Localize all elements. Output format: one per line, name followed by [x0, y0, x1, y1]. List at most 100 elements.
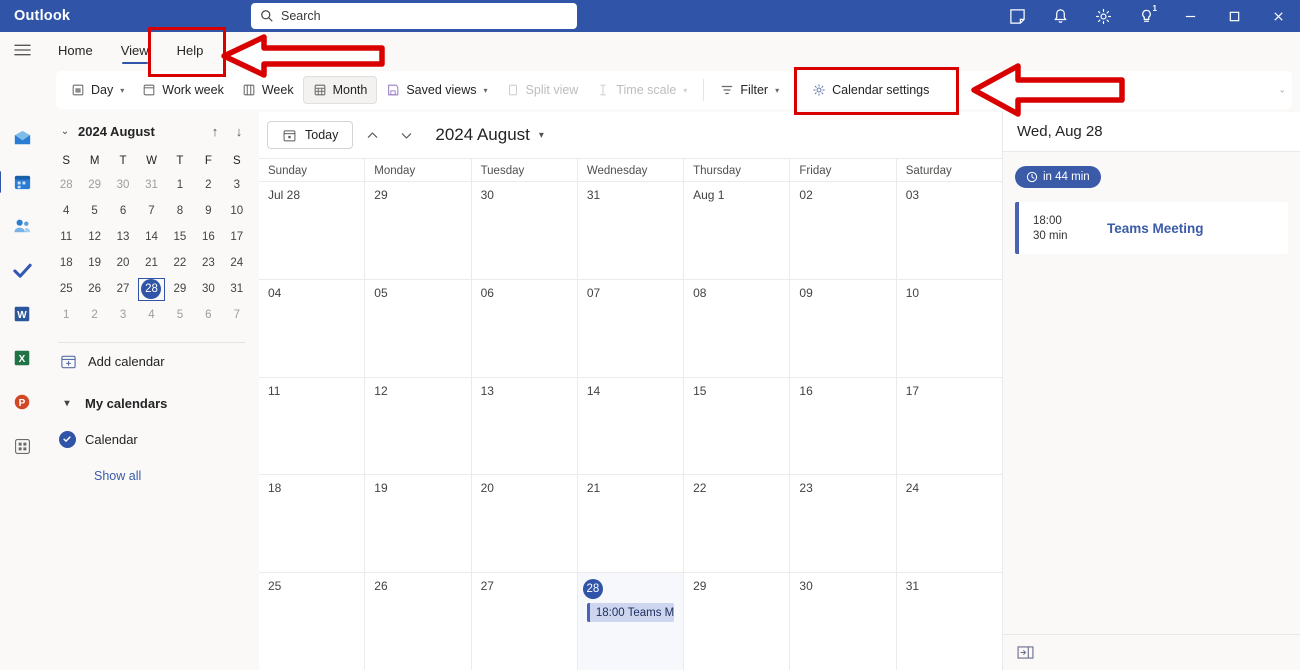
rail-item-todo[interactable] [6, 254, 38, 286]
search-input[interactable]: Search [251, 3, 577, 29]
mini-calendar-day[interactable]: 19 [80, 251, 108, 276]
mini-calendar-next-icon[interactable]: ↓ [227, 124, 251, 139]
add-calendar-button[interactable]: Add calendar [52, 343, 251, 379]
mini-calendar-day[interactable]: 28 [52, 173, 80, 198]
maximize-button[interactable] [1212, 0, 1256, 32]
calendar-day-cell[interactable]: 04 [259, 279, 366, 377]
next-month-button[interactable] [391, 121, 421, 149]
calendar-day-cell[interactable]: 21 [578, 475, 685, 573]
filter-button[interactable]: Filter ▾ [711, 76, 788, 104]
mini-calendar-day[interactable]: 6 [109, 199, 137, 224]
mini-calendar-day[interactable]: 14 [137, 225, 165, 250]
agenda-event-card[interactable]: 18:00 30 min Teams Meeting [1015, 202, 1288, 254]
calendar-checkbox-checked-icon[interactable] [58, 430, 76, 448]
today-button[interactable]: Today [267, 121, 354, 149]
mini-calendar-day[interactable]: 3 [223, 173, 251, 198]
calendar-day-cell[interactable]: 18 [259, 475, 366, 573]
calendar-day-cell[interactable]: 22 [684, 475, 791, 573]
mini-calendar-day[interactable]: 24 [223, 251, 251, 276]
month-view-button[interactable]: Month [302, 76, 378, 104]
mini-calendar-day[interactable]: 12 [80, 225, 108, 250]
day-view-button[interactable]: Day ▾ [62, 76, 133, 104]
calendar-day-cell[interactable]: 30 [472, 182, 578, 279]
show-all-link[interactable]: Show all [52, 469, 251, 483]
my-calendars-group[interactable]: ▾ My calendars [52, 385, 251, 421]
calendar-day-cell[interactable]: 08 [684, 279, 791, 377]
calendar-day-cell[interactable]: Aug 1 [684, 182, 791, 279]
mini-calendar-day[interactable]: 5 [80, 199, 108, 224]
mini-calendar-day[interactable]: 2 [194, 173, 222, 198]
calendar-day-cell[interactable]: 09 [790, 279, 897, 377]
mini-calendar-day[interactable]: 30 [109, 173, 137, 198]
tab-view[interactable]: View [107, 32, 163, 68]
week-view-button[interactable]: Week [233, 76, 303, 104]
calendar-day-cell[interactable]: 11 [259, 377, 366, 475]
mini-calendar-day[interactable]: 23 [194, 251, 222, 276]
mini-calendar-day[interactable]: 22 [166, 251, 194, 276]
calendar-day-cell[interactable]: 27 [472, 573, 578, 670]
chevron-down-icon[interactable]: ▾ [539, 130, 544, 141]
hamburger-menu-icon[interactable] [0, 32, 44, 68]
mini-calendar-day[interactable]: 6 [194, 303, 222, 328]
mini-calendar-day[interactable]: 25 [52, 277, 80, 302]
mini-calendar-day[interactable]: 29 [80, 173, 108, 198]
mini-calendar-day[interactable]: 7 [223, 303, 251, 328]
calendar-day-cell[interactable]: 20 [472, 475, 578, 573]
mini-calendar-title[interactable]: 2024 August [78, 124, 203, 139]
calendar-day-cell[interactable]: 05 [365, 279, 472, 377]
mini-calendar-day[interactable]: 9 [194, 199, 222, 224]
rail-item-people[interactable] [6, 210, 38, 242]
calendar-day-cell[interactable]: 12 [365, 377, 472, 475]
chevron-down-icon[interactable]: ▾ [120, 86, 124, 95]
toolbar-overflow-chevron-icon[interactable]: ⌄ [1278, 85, 1286, 96]
chevron-down-icon[interactable]: ▾ [775, 86, 779, 95]
mini-calendar-day[interactable]: 17 [223, 225, 251, 250]
note-icon[interactable] [996, 0, 1039, 32]
calendar-settings-button[interactable]: Calendar settings [803, 76, 938, 104]
calendar-day-cell[interactable]: 02 [790, 182, 897, 279]
mini-calendar-day[interactable]: 3 [109, 303, 137, 328]
gear-icon[interactable] [1082, 0, 1125, 32]
mini-calendar-day[interactable]: 20 [109, 251, 137, 276]
mini-calendar-day[interactable]: 11 [52, 225, 80, 250]
collapse-panel-icon[interactable] [1017, 646, 1034, 659]
chevron-down-icon[interactable]: ▾ [60, 398, 74, 409]
rail-item-mail[interactable] [6, 122, 38, 154]
mini-calendar-day[interactable]: 30 [194, 277, 222, 302]
rail-item-calendar[interactable] [0, 166, 38, 198]
calendar-day-cell[interactable]: 17 [897, 378, 1002, 475]
calendar-day-cell[interactable]: 13 [472, 377, 578, 475]
rail-item-powerpoint[interactable]: P [6, 386, 38, 418]
calendar-day-cell[interactable]: 16 [790, 377, 897, 475]
mini-calendar-day-today[interactable]: 28 [137, 277, 165, 302]
calendar-day-cell[interactable]: Jul 28 [259, 182, 366, 279]
mini-calendar-day[interactable]: 5 [166, 303, 194, 328]
calendar-day-cell[interactable]: 25 [259, 573, 366, 670]
mini-calendar-day[interactable]: 4 [52, 199, 80, 224]
calendar-day-cell[interactable]: 03 [897, 182, 1002, 279]
lightbulb-icon[interactable]: 1 [1125, 0, 1168, 32]
bell-icon[interactable] [1039, 0, 1082, 32]
work-week-view-button[interactable]: Work week [133, 76, 233, 104]
mini-calendar-day[interactable]: 29 [166, 277, 194, 302]
calendar-day-cell[interactable]: 07 [578, 279, 685, 377]
rail-item-excel[interactable]: X [6, 342, 38, 374]
calendar-day-cell[interactable]: 10 [897, 280, 1002, 377]
mini-calendar-day[interactable]: 2 [80, 303, 108, 328]
mini-calendar-day[interactable]: 8 [166, 199, 194, 224]
mini-calendar-day[interactable]: 4 [137, 303, 165, 328]
minimize-button[interactable] [1168, 0, 1212, 32]
mini-calendar-day[interactable]: 31 [137, 173, 165, 198]
mini-calendar-day[interactable]: 31 [223, 277, 251, 302]
saved-views-button[interactable]: Saved views ▾ [377, 76, 496, 104]
rail-item-apps[interactable] [6, 430, 38, 462]
previous-month-button[interactable] [357, 121, 387, 149]
tab-help[interactable]: Help [163, 32, 218, 68]
calendar-month-title[interactable]: 2024 August ▾ [435, 125, 544, 145]
rail-item-word[interactable]: W [6, 298, 38, 330]
tab-home[interactable]: Home [44, 32, 107, 68]
calendar-list-item[interactable]: Calendar [52, 421, 251, 457]
calendar-day-cell[interactable]: 14 [578, 377, 685, 475]
mini-calendar-day[interactable]: 21 [137, 251, 165, 276]
calendar-event[interactable]: 18:00 Teams Mee [586, 603, 675, 623]
